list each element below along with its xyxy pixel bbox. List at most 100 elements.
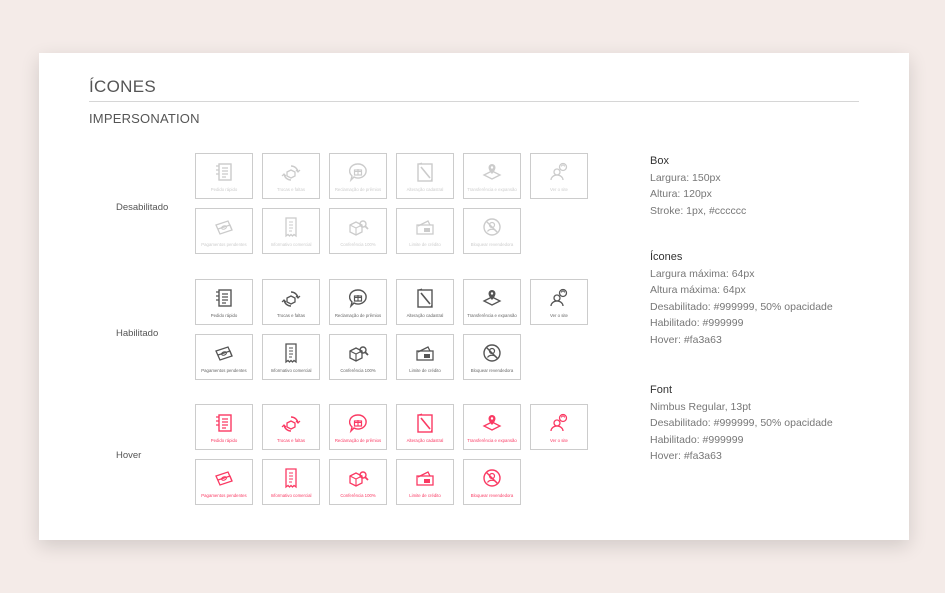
icon-box-map-pin-disabled: Transferência e expansão — [463, 153, 521, 199]
icon-box-user-search-hover[interactable]: Ver o site — [530, 404, 588, 450]
receipt-icon — [285, 217, 297, 238]
icon-label: Ver o site — [550, 187, 568, 192]
spec-font-line: Hover: #fa3a63 — [650, 450, 722, 462]
box-magnify-icon — [349, 346, 369, 362]
icon-label: Transferência e expansão — [467, 187, 517, 192]
icon-label: Alteração cadastral — [406, 438, 444, 443]
icon-label: Limite de crédito — [409, 493, 441, 498]
icon-box-box-magnify-disabled: Conferência 100% — [329, 208, 387, 254]
icon-box-document-edit-disabled: Alteração cadastral — [396, 153, 454, 199]
speech-gift-icon — [348, 163, 367, 183]
user-search-icon — [550, 288, 568, 307]
icon-box-map-pin-enabled[interactable]: Transferência e expansão — [463, 279, 521, 325]
wallet-card-icon — [416, 220, 434, 235]
state-label-enabled: Habilitado — [116, 328, 159, 339]
icon-box-speech-gift-hover[interactable]: Reclamação de prêmios — [329, 404, 387, 450]
icon-label: Conferência 100% — [340, 368, 376, 373]
icon-box-box-magnify-hover[interactable]: Conferência 100% — [329, 459, 387, 505]
spec-icons-line: Desabilitado: #999999, 50% opacidade — [650, 300, 833, 313]
icon-label: Limite de crédito — [409, 242, 441, 247]
icon-label: Pagamentos pendentes — [201, 242, 247, 247]
state-label-disabled: Desabilitado — [116, 202, 169, 213]
icon-box-map-pin-hover[interactable]: Transferência e expansão — [463, 404, 521, 450]
icon-label: Informativo comercial — [270, 493, 312, 498]
spec-font-line: Habilitado: #999999 — [650, 433, 744, 446]
icon-box-box-refresh-hover[interactable]: Trocas e faltas — [262, 404, 320, 450]
icon-box-speech-gift-enabled[interactable]: Reclamação de prêmios — [329, 279, 387, 325]
icon-label: Bloquear revendedora — [470, 368, 514, 373]
box-refresh-icon — [281, 416, 301, 432]
icon-box-receipt-hover[interactable]: Informativo comercial — [262, 459, 320, 505]
spec-font-line: Nimbus Regular, 13pt — [650, 400, 751, 413]
icon-box-receipt-list-hover[interactable]: Pedido rápido — [195, 404, 253, 450]
icon-box-wallet-card-hover[interactable]: Limite de crédito — [396, 459, 454, 505]
icon-label: Reclamação de prêmios — [334, 313, 382, 318]
box-refresh-icon — [281, 291, 301, 307]
icon-label: Ver o site — [550, 438, 568, 443]
receipt-list-icon — [216, 414, 232, 432]
icon-box-user-blocked-hover[interactable]: Bloquear revendedora — [463, 459, 521, 505]
icon-box-wallet-card-enabled[interactable]: Limite de crédito — [396, 334, 454, 380]
icon-box-money-bills-hover[interactable]: Pagamentos pendentes — [195, 459, 253, 505]
wallet-card-icon — [416, 346, 434, 361]
icon-box-user-search-enabled[interactable]: Ver o site — [530, 279, 588, 325]
icon-label: Pagamentos pendentes — [201, 368, 247, 373]
user-search-icon — [550, 162, 568, 181]
spec-font-title: Font — [650, 384, 673, 396]
receipt-icon — [285, 468, 297, 489]
wallet-card-icon — [416, 471, 434, 486]
receipt-list-icon — [216, 163, 232, 181]
document-edit-icon — [417, 288, 433, 308]
icon-box-money-bills-enabled[interactable]: Pagamentos pendentes — [195, 334, 253, 380]
page-title: ÍCONES — [89, 77, 156, 96]
spec-font: Font Nimbus Regular, 13pt Desabilitado: … — [650, 382, 880, 465]
icon-label: Reclamação de prêmios — [334, 438, 382, 443]
box-refresh-icon — [281, 165, 301, 181]
icon-box-wallet-card-disabled: Limite de crédito — [396, 208, 454, 254]
icon-label: Reclamação de prêmios — [334, 187, 382, 192]
icon-label: Bloquear revendedora — [470, 493, 514, 498]
spec-icons-line: Altura máxima: 64px — [650, 284, 746, 296]
spec-box-title: Box — [650, 155, 669, 167]
spec-icons-line: Habilitado: #999999 — [650, 317, 744, 329]
icon-box-speech-gift-disabled: Reclamação de prêmios — [329, 153, 387, 199]
icon-box-box-magnify-enabled[interactable]: Conferência 100% — [329, 334, 387, 380]
box-magnify-icon — [349, 471, 369, 487]
icon-box-document-edit-hover[interactable]: Alteração cadastral — [396, 404, 454, 450]
speech-gift-icon — [348, 414, 367, 434]
icon-label: Informativo comercial — [270, 368, 312, 373]
money-bills-icon — [215, 220, 233, 235]
icon-label: Transferência e expansão — [467, 313, 517, 318]
icon-label: Trocas e faltas — [276, 438, 306, 443]
spec-box-line: Stroke: 1px, #cccccc — [650, 204, 747, 217]
map-pin-icon — [482, 290, 502, 306]
icon-box-box-refresh-disabled: Trocas e faltas — [262, 153, 320, 199]
receipt-icon — [285, 343, 297, 364]
icon-box-user-blocked-enabled[interactable]: Bloquear revendedora — [463, 334, 521, 380]
money-bills-icon — [215, 346, 233, 361]
icon-box-receipt-enabled[interactable]: Informativo comercial — [262, 334, 320, 380]
spec-box: Box Largura: 150px Altura: 120px Stroke:… — [650, 153, 880, 219]
icon-label: Conferência 100% — [340, 493, 376, 498]
spec-card: ÍCONES IMPERSONATION Desabilitado Habili… — [39, 53, 909, 540]
icon-box-receipt-list-enabled[interactable]: Pedido rápido — [195, 279, 253, 325]
icon-box-money-bills-disabled: Pagamentos pendentes — [195, 208, 253, 254]
icon-box-box-refresh-enabled[interactable]: Trocas e faltas — [262, 279, 320, 325]
icon-label: Trocas e faltas — [276, 313, 306, 318]
page-subtitle: IMPERSONATION — [89, 111, 200, 126]
icon-label: Alteração cadastral — [406, 187, 444, 192]
icon-label: Pagamentos pendentes — [201, 493, 247, 498]
icon-box-user-search-disabled: Ver o site — [530, 153, 588, 199]
map-pin-icon — [482, 164, 502, 180]
user-blocked-icon — [483, 344, 501, 362]
speech-gift-icon — [348, 289, 367, 309]
icon-box-document-edit-enabled[interactable]: Alteração cadastral — [396, 279, 454, 325]
icon-label: Ver o site — [550, 313, 568, 318]
spec-icons-line: Largura máxima: 64px — [650, 267, 755, 280]
icon-box-user-blocked-disabled: Bloquear revendedora — [463, 208, 521, 254]
icon-label: Trocas e faltas — [276, 187, 306, 192]
icon-box-receipt-disabled: Informativo comercial — [262, 208, 320, 254]
user-search-icon — [550, 413, 568, 432]
spec-box-line: Largura: 150px — [650, 171, 721, 184]
user-blocked-icon — [483, 218, 501, 236]
